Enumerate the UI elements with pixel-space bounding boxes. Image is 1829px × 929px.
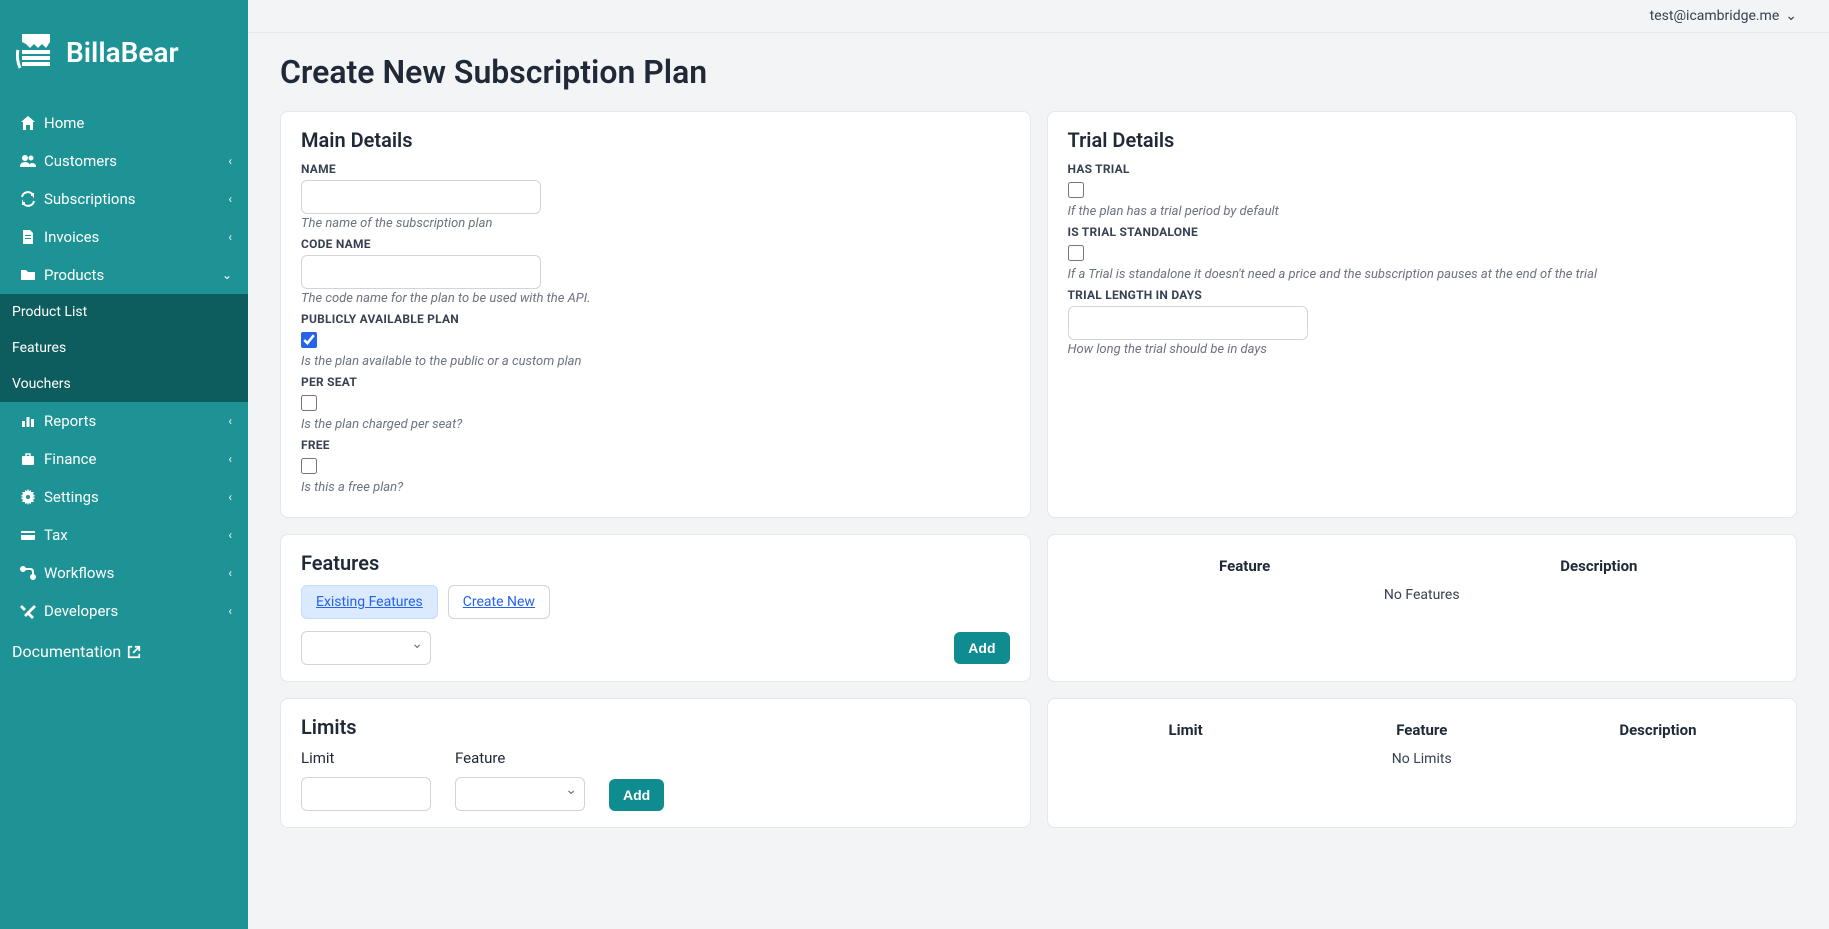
users-icon [16, 153, 40, 169]
free-label: FREE [301, 438, 1010, 452]
limits-col-feature: Feature [1304, 721, 1540, 739]
document-icon [16, 229, 40, 245]
limits-empty: No Limits [1068, 745, 1777, 773]
public-label: PUBLICLY AVAILABLE PLAN [301, 312, 1010, 326]
briefcase-icon [16, 451, 40, 467]
chevron-down-icon: ⌄ [222, 268, 232, 282]
code-label: CODE NAME [301, 237, 1010, 251]
standalone-label: IS TRIAL STANDALONE [1068, 225, 1777, 239]
limit-input[interactable] [301, 777, 431, 811]
bear-logo-icon [16, 30, 56, 74]
card-limits-list: Limit Feature Description No Limits [1047, 698, 1798, 828]
free-help: Is this a free plan? [301, 480, 1010, 495]
external-link-icon [127, 645, 141, 659]
chevron-left-icon: ‹ [228, 490, 232, 504]
public-checkbox[interactable] [301, 332, 317, 348]
chevron-left-icon: ‹ [228, 192, 232, 206]
brand-name: BillaBear [66, 36, 179, 69]
chevron-left-icon: ‹ [228, 528, 232, 542]
limit-feature-label: Feature [455, 749, 585, 767]
hastrial-help: If the plan has a trial period by defaul… [1068, 204, 1777, 219]
limit-feature-select[interactable] [455, 777, 585, 811]
features-col-description: Description [1422, 557, 1776, 575]
sidebar-item-invoices[interactable]: Invoices ‹ [0, 218, 248, 256]
limits-heading: Limits [301, 715, 1010, 739]
limit-input-label: Limit [301, 749, 431, 767]
features-col-feature: Feature [1068, 557, 1422, 575]
sidebar-subitem-product-list[interactable]: Product List [0, 294, 248, 330]
sidebar-item-workflows[interactable]: Workflows ‹ [0, 554, 248, 592]
user-email: test@icambridge.me [1650, 8, 1780, 24]
length-label: TRIAL LENGTH IN DAYS [1068, 288, 1777, 302]
features-empty: No Features [1068, 581, 1777, 609]
sidebar-item-documentation[interactable]: Documentation [0, 630, 248, 673]
sidebar-item-subscriptions[interactable]: Subscriptions ‹ [0, 180, 248, 218]
limits-col-limit: Limit [1068, 721, 1304, 739]
sidebar-subitem-vouchers[interactable]: Vouchers [0, 366, 248, 402]
chevron-left-icon: ‹ [228, 154, 232, 168]
main-details-heading: Main Details [301, 128, 1010, 152]
main-content: test@icambridge.me ⌄ Create New Subscrip… [248, 0, 1829, 929]
card-main-details: Main Details NAME The name of the subscr… [280, 111, 1031, 518]
card-limits: Limits Limit Feature Add [280, 698, 1031, 828]
chevron-left-icon: ‹ [228, 230, 232, 244]
standalone-help: If a Trial is standalone it doesn't need… [1068, 267, 1777, 282]
hastrial-label: HAS TRIAL [1068, 162, 1777, 176]
limits-col-description: Description [1540, 721, 1776, 739]
sidebar-item-tax[interactable]: Tax ‹ [0, 516, 248, 554]
sidebar-item-customers[interactable]: Customers ‹ [0, 142, 248, 180]
sidebar-submenu-products: Product List Features Vouchers [0, 294, 248, 402]
name-help: The name of the subscription plan [301, 216, 1010, 231]
name-input[interactable] [301, 180, 541, 214]
card-features-list: Feature Description No Features [1047, 534, 1798, 682]
home-icon [16, 115, 40, 131]
sidebar-item-products[interactable]: Products ⌄ [0, 256, 248, 294]
chevron-down-icon: ⌄ [1785, 8, 1797, 24]
tab-existing-features[interactable]: Existing Features [301, 585, 438, 619]
card-features: Features Existing Features Create New Ad… [280, 534, 1031, 682]
feature-select[interactable] [301, 631, 431, 665]
length-help: How long the trial should be in days [1068, 342, 1777, 357]
gear-icon [16, 489, 40, 505]
topbar: test@icambridge.me ⌄ [248, 0, 1829, 33]
page-title: Create New Subscription Plan [280, 53, 1797, 91]
standalone-checkbox[interactable] [1068, 245, 1084, 261]
user-menu[interactable]: test@icambridge.me ⌄ [1650, 8, 1797, 24]
add-feature-button[interactable]: Add [954, 632, 1009, 664]
trial-details-heading: Trial Details [1068, 128, 1777, 152]
brand-logo: BillaBear [0, 20, 248, 104]
chevron-left-icon: ‹ [228, 604, 232, 618]
chevron-left-icon: ‹ [228, 414, 232, 428]
perseat-label: PER SEAT [301, 375, 1010, 389]
free-checkbox[interactable] [301, 458, 317, 474]
refresh-icon [16, 191, 40, 207]
public-help: Is the plan available to the public or a… [301, 354, 1010, 369]
chevron-left-icon: ‹ [228, 452, 232, 466]
perseat-checkbox[interactable] [301, 395, 317, 411]
tab-create-new-feature[interactable]: Create New [448, 585, 550, 619]
sidebar-subitem-features[interactable]: Features [0, 330, 248, 366]
chart-icon [16, 413, 40, 429]
card-trial-details: Trial Details HAS TRIAL If the plan has … [1047, 111, 1798, 518]
sidebar: BillaBear Home Customers ‹ Subscriptions… [0, 0, 248, 929]
code-help: The code name for the plan to be used wi… [301, 291, 1010, 306]
code-input[interactable] [301, 255, 541, 289]
chevron-left-icon: ‹ [228, 566, 232, 580]
perseat-help: Is the plan charged per seat? [301, 417, 1010, 432]
name-label: NAME [301, 162, 1010, 176]
sidebar-item-reports[interactable]: Reports ‹ [0, 402, 248, 440]
flow-icon [16, 565, 40, 581]
tools-icon [16, 603, 40, 619]
folder-icon [16, 267, 40, 283]
card-icon [16, 527, 40, 543]
sidebar-item-finance[interactable]: Finance ‹ [0, 440, 248, 478]
trial-length-input[interactable] [1068, 306, 1308, 340]
hastrial-checkbox[interactable] [1068, 182, 1084, 198]
sidebar-item-settings[interactable]: Settings ‹ [0, 478, 248, 516]
sidebar-item-home[interactable]: Home [0, 104, 248, 142]
add-limit-button[interactable]: Add [609, 779, 664, 811]
features-heading: Features [301, 551, 1010, 575]
sidebar-item-developers[interactable]: Developers ‹ [0, 592, 248, 630]
